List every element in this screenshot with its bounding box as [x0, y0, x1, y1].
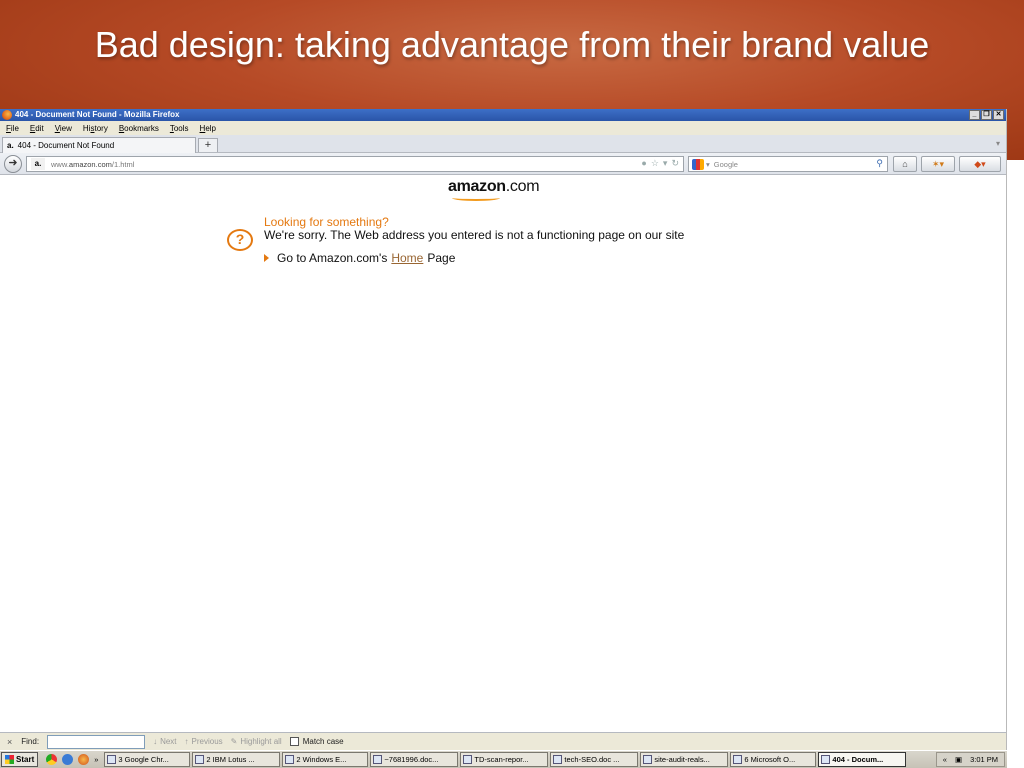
window-controls: _ ❐ ✕: [969, 110, 1004, 120]
restore-button[interactable]: ❐: [981, 110, 992, 120]
feed-icon[interactable]: ●: [641, 158, 646, 169]
window-title: 404 - Document Not Found - Mozilla Firef…: [15, 110, 180, 119]
amazon-smile-icon: [452, 195, 500, 201]
search-input[interactable]: Google: [714, 160, 738, 169]
ie-icon[interactable]: [62, 754, 74, 765]
firefox-icon: [821, 755, 831, 764]
goto-home-line: Go to Amazon.com's Home Page: [264, 251, 455, 265]
search-icon[interactable]: ⚲: [876, 158, 883, 169]
word-doc-icon: [553, 755, 563, 764]
quick-launch-more-icon[interactable]: »: [94, 755, 98, 764]
tab-404[interactable]: a. 404 - Document Not Found: [2, 137, 196, 153]
folder-icon: [285, 755, 295, 764]
menu-file[interactable]: File: [6, 124, 19, 133]
google-icon[interactable]: [692, 158, 704, 170]
word-doc-icon: [373, 755, 383, 764]
home-link[interactable]: Home: [391, 251, 423, 265]
bookmark-star-icon[interactable]: ☆: [651, 158, 659, 169]
up-arrow-icon: ↑: [184, 737, 189, 746]
taskbar: Start » 3 Google Chr... 2 IBM Lotus ... …: [0, 750, 1007, 768]
firefox-icon: [2, 110, 12, 120]
down-arrow-icon: ↓: [153, 737, 158, 746]
addon-button[interactable]: ✶▾: [921, 156, 955, 172]
minimize-button[interactable]: _: [969, 110, 980, 120]
task-tech-seo[interactable]: tech-SEO.doc ...: [550, 752, 639, 767]
site-identity-icon[interactable]: a.: [31, 158, 45, 170]
windows-flag-icon: [5, 755, 14, 764]
find-previous-button[interactable]: ↑ Previous: [185, 737, 223, 746]
match-case-label: Match case: [302, 737, 344, 746]
history-dropdown-icon[interactable]: ▾: [663, 158, 668, 169]
menu-tools[interactable]: Tools: [170, 124, 189, 133]
menu-history[interactable]: History: [83, 124, 108, 133]
chrome-icon: [107, 755, 117, 764]
lotus-icon: [195, 755, 205, 764]
url-text: www.amazon.com/1.html: [51, 159, 135, 169]
word-doc-icon: [463, 755, 473, 764]
task-google-chrome[interactable]: 3 Google Chr...: [104, 752, 191, 767]
task-doc-7681996[interactable]: ~7681996.doc...: [370, 752, 459, 767]
navigation-toolbar: ➜ a. www.amazon.com/1.html ● ☆ ▾ ↻ ▾ Goo…: [0, 153, 1006, 175]
menu-view[interactable]: View: [55, 124, 72, 133]
url-actions: ● ☆ ▾ ↻: [641, 158, 679, 169]
home-button[interactable]: ⌂: [893, 156, 917, 172]
system-tray: « ▣ 3:01 PM: [935, 752, 1005, 767]
find-label: Find:: [21, 737, 40, 746]
question-icon: ?: [227, 229, 253, 251]
find-bar: × Find: ↓ Next ↑ Previous ✎ Highlight all M…: [0, 732, 1006, 750]
network-icon[interactable]: ▣: [955, 755, 962, 764]
task-windows-explorer[interactable]: 2 Windows E...: [282, 752, 369, 767]
error-message: We're sorry. The Web address you entered…: [264, 228, 685, 242]
search-engine-dropdown[interactable]: ▾: [706, 160, 710, 169]
tab-list-icon[interactable]: ▾: [996, 139, 1000, 148]
excel-icon: [733, 755, 743, 764]
find-next-button[interactable]: ↓ Next: [153, 737, 176, 746]
amazon-favicon-icon: a.: [7, 140, 14, 150]
highlighter-icon: ✎: [230, 737, 238, 746]
chrome-icon[interactable]: [46, 754, 58, 765]
match-case-checkbox[interactable]: [289, 737, 299, 746]
amazon-logo[interactable]: amazon.com: [448, 178, 540, 196]
firefox-icon[interactable]: [78, 754, 90, 765]
highlight-all-button[interactable]: ✎ Highlight all: [231, 737, 282, 746]
close-button[interactable]: ✕: [993, 110, 1004, 120]
menu-bookmarks[interactable]: Bookmarks: [119, 124, 159, 133]
quick-launch: »: [46, 754, 98, 765]
task-microsoft-office[interactable]: 6 Microsoft O...: [730, 752, 817, 767]
title-bar[interactable]: 404 - Document Not Found - Mozilla Firef…: [0, 109, 1006, 121]
menu-edit[interactable]: Edit: [30, 124, 44, 133]
find-close-icon[interactable]: ×: [7, 737, 12, 747]
extension-menu-button[interactable]: ◆▾: [959, 156, 1001, 172]
find-input[interactable]: [47, 734, 146, 749]
task-site-audit[interactable]: site-audit-reals...: [640, 752, 729, 767]
task-ibm-lotus[interactable]: 2 IBM Lotus ...: [192, 752, 281, 767]
menu-bar: File Edit View History Bookmarks Tools H…: [0, 121, 1006, 135]
arrow-icon: [264, 254, 269, 262]
task-td-scan-report[interactable]: TD-scan-repor...: [460, 752, 549, 767]
tab-label: 404 - Document Not Found: [17, 140, 115, 150]
goto-suffix: Page: [427, 251, 456, 265]
tab-bar: a. 404 - Document Not Found + ▾: [0, 135, 1006, 153]
menu-help[interactable]: Help: [200, 124, 216, 133]
slide-title: Bad design: taking advantage from their …: [94, 24, 930, 65]
page-content: amazon.com ? Looking for something? We'r…: [0, 176, 1006, 734]
browser-window: 404 - Document Not Found - Mozilla Firef…: [0, 109, 1007, 768]
task-firefox-404[interactable]: 404 - Docum...: [818, 752, 907, 767]
new-tab-button[interactable]: +: [198, 138, 218, 152]
back-button[interactable]: ➜: [4, 155, 22, 173]
reload-icon[interactable]: ↻: [671, 158, 679, 169]
tray-expand-icon[interactable]: «: [943, 755, 947, 764]
clock[interactable]: 3:01 PM: [970, 755, 998, 764]
start-button[interactable]: Start: [1, 752, 39, 767]
search-bar[interactable]: ▾ Google ⚲: [688, 156, 888, 172]
word-doc-icon: [643, 755, 653, 764]
looking-heading: Looking for something?: [264, 215, 389, 229]
url-bar[interactable]: a. www.amazon.com/1.html ● ☆ ▾ ↻: [26, 156, 684, 172]
goto-prefix: Go to Amazon.com's: [277, 251, 388, 265]
